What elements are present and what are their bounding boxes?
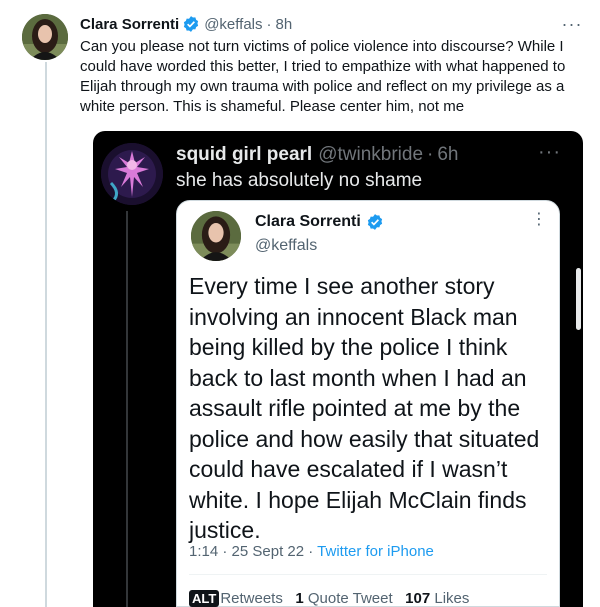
screenshot-avatar: [101, 143, 163, 205]
alt-text-badge[interactable]: ALT: [189, 590, 220, 607]
attached-image[interactable]: squid girl pearl @twinkbride · 6h ··· sh…: [93, 131, 583, 607]
screenshot-more-icon: ···: [538, 141, 561, 163]
inner-author-handle: @keffals: [255, 237, 318, 254]
inner-tweet-meta: 1:14 · 25 Sept 22 · Twitter for iPhone: [189, 543, 434, 560]
screenshot-text: she has absolutely no shame: [176, 170, 423, 191]
author-handle[interactable]: @keffals: [204, 16, 262, 33]
screenshot-inner-tweet: Clara Sorrenti @keffals ⋮ Every time I s…: [176, 200, 560, 607]
tweet-timestamp[interactable]: 8h: [276, 16, 293, 33]
inner-tweet-source: Twitter for iPhone: [317, 543, 434, 560]
inner-tweet-stats: ALT Retweets 1 Quote Tweet 107 Likes: [189, 590, 469, 607]
screenshot-author-name: squid girl pearl: [176, 144, 313, 165]
quote-label: Quote Tweet: [307, 590, 393, 607]
quote-count: 1: [295, 590, 304, 607]
tweet-header: Clara Sorrenti @keffals · 8h: [80, 14, 588, 34]
inner-avatar: [191, 211, 241, 261]
inner-divider: [189, 574, 547, 575]
screenshot-thread-line: [126, 211, 128, 607]
thread-connector-line: [45, 62, 47, 607]
inner-more-icon: ⋮: [531, 211, 547, 228]
inner-tweet-text: Every time I see another story involving…: [189, 273, 540, 543]
author-name[interactable]: Clara Sorrenti: [80, 16, 179, 33]
likes-label: Likes: [434, 590, 470, 607]
more-options-icon[interactable]: ···: [558, 14, 586, 34]
tweet[interactable]: Clara Sorrenti @keffals · 8h ··· Can you…: [80, 14, 588, 117]
author-avatar[interactable]: [22, 14, 68, 60]
inner-author-name: Clara Sorrenti: [255, 213, 361, 230]
inner-tweet-time: 1:14 · 25 Sept 22 ·: [189, 543, 314, 560]
verified-badge-icon: [182, 15, 200, 33]
screenshot-separator: ·: [427, 144, 434, 165]
tweet-text: Can you please not turn victims of polic…: [80, 38, 566, 115]
separator-dot: ·: [266, 15, 272, 33]
retweets-label: Retweets: [220, 590, 283, 607]
inner-author-name-row: Clara Sorrenti: [255, 213, 384, 231]
screenshot-header: squid girl pearl @twinkbride · 6h: [176, 143, 459, 167]
likes-count: 107: [405, 590, 431, 607]
inner-verified-badge-icon: [366, 213, 384, 231]
screenshot-author-handle: @twinkbride: [318, 144, 424, 165]
screenshot-time: 6h: [437, 144, 459, 165]
screenshot-scrollbar: [576, 268, 581, 330]
